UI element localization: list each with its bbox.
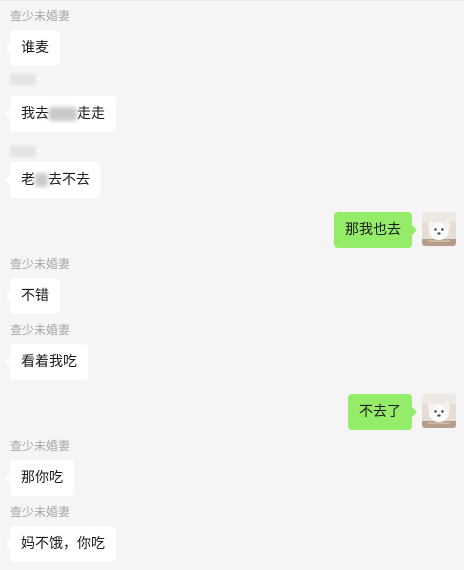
message-text-part: 去不去 xyxy=(48,172,90,188)
redacted-sender-name xyxy=(10,146,36,157)
redacted-text xyxy=(35,173,48,187)
message-text: 看着我吃 xyxy=(21,354,77,370)
message-text: 那你吃 xyxy=(21,470,63,486)
sender-name: 查少未婚妻 xyxy=(10,439,71,453)
outgoing-message-bubble[interactable]: 不去了 xyxy=(348,394,417,430)
sender-name: 查少未婚妻 xyxy=(10,505,71,519)
chat-message-list[interactable]: 查少未婚妻 谁麦 我去 走走 老去不去 那我也去 查少未婚妻 不错 查少未婚妻 … xyxy=(0,0,464,570)
incoming-message-bubble[interactable]: 谁麦 xyxy=(5,30,60,66)
message-text: 不去了 xyxy=(359,404,401,420)
incoming-message-bubble[interactable]: 看着我吃 xyxy=(5,344,88,380)
incoming-message-bubble[interactable]: 老去不去 xyxy=(5,162,101,198)
redacted-text xyxy=(49,107,77,121)
redacted-sender-name xyxy=(10,74,36,85)
message-text: 不错 xyxy=(21,288,49,304)
incoming-message-bubble[interactable]: 那你吃 xyxy=(5,460,74,496)
message-text: 那我也去 xyxy=(345,222,401,238)
incoming-message-bubble[interactable]: 妈不饿，你吃 xyxy=(5,526,116,562)
incoming-message-bubble[interactable]: 我去 走走 xyxy=(5,96,116,132)
message-text-part: 走走 xyxy=(77,106,105,122)
incoming-message-bubble[interactable]: 不错 xyxy=(5,278,60,314)
outgoing-message-bubble[interactable]: 那我也去 xyxy=(334,212,417,248)
avatar-image xyxy=(422,212,456,246)
message-text-part: 老 xyxy=(21,172,35,188)
sender-name: 查少未婚妻 xyxy=(10,257,71,271)
white-dog-avatar-icon[interactable] xyxy=(422,394,456,428)
message-text: 妈不饿，你吃 xyxy=(21,536,105,552)
sender-name: 查少未婚妻 xyxy=(10,323,71,337)
message-text: 谁麦 xyxy=(21,40,49,56)
sender-name: 查少未婚妻 xyxy=(10,9,71,23)
avatar-image xyxy=(422,394,456,428)
white-dog-avatar-icon[interactable] xyxy=(422,212,456,246)
message-text-part: 我去 xyxy=(21,106,49,122)
